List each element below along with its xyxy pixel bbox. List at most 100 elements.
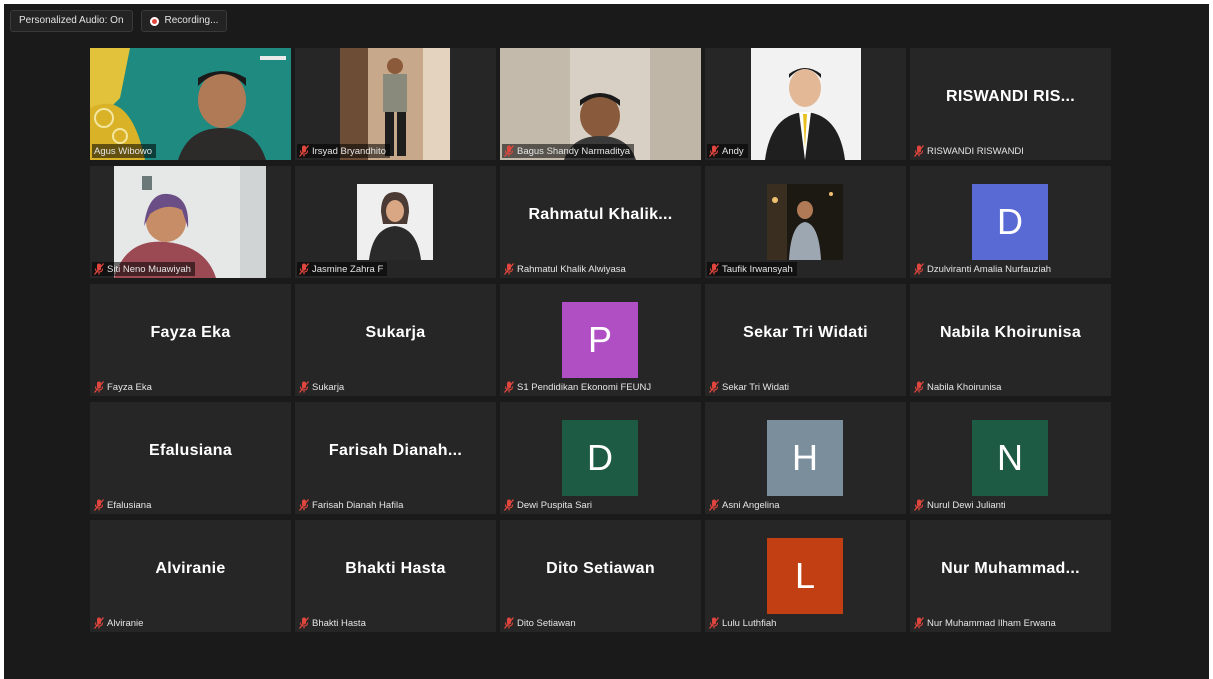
participant-nameplate: Nurul Dewi Julianti [912,498,1010,512]
participant-tile-lulu-luthfiah[interactable]: L Lulu Luthfiah [705,520,906,632]
participant-tile-agus-wibowo[interactable]: Agus Wibowo [90,48,291,160]
participant-avatar: H [767,420,843,496]
participant-tile-irsyad-bryandhito[interactable]: Irsyad Bryandhito [295,48,496,160]
muted-mic-icon [299,263,309,275]
participant-avatar: N [972,420,1048,496]
participant-nameplate: Dzulviranti Amalia Nurfauziah [912,262,1055,276]
participant-tile-s1-pendidikan-ekonomi-feunj[interactable]: P S1 Pendidikan Ekonomi FEUNJ [500,284,701,396]
participant-nameplate: Asni Angelina [707,498,784,512]
participant-display-name: Sukarja [365,324,426,341]
participant-avatar: P [562,302,638,378]
meeting-window: Personalized Audio: On Recording... Agus… [4,4,1209,679]
participant-tile-dito-setiawan[interactable]: Dito Setiawan Dito Setiawan [500,520,701,632]
participant-name-label: S1 Pendidikan Ekonomi FEUNJ [517,381,652,393]
participant-display-name: Alviranie [155,560,226,577]
participant-nameplate: Andy [707,144,748,158]
participant-gallery: Agus Wibowo Irsyad Bryandhito Bagus Shan… [90,48,1111,632]
muted-mic-icon [709,617,719,629]
recording-label: Recording... [164,15,219,26]
participant-tile-bhakti-hasta[interactable]: Bhakti Hasta Bhakti Hasta [295,520,496,632]
participant-tile-taufik-irwansyah[interactable]: Taufik Irwansyah [705,166,906,278]
participant-nameplate: Alviranie [92,616,147,630]
muted-mic-icon [299,617,309,629]
participant-name-label: Nurul Dewi Julianti [927,499,1006,511]
participant-display-name: Farisah Dianah... [328,442,463,459]
participant-nameplate: Bagus Shandy Narmaditya [502,144,635,158]
participant-nameplate: Rahmatul Khalik Alwiyasa [502,262,630,276]
participant-display-name: Fayza Eka [150,324,231,341]
participant-name-label: Andy [722,145,744,157]
participant-nameplate: Dewi Puspita Sari [502,498,596,512]
muted-mic-icon [709,145,719,157]
participant-name-label: Fayza Eka [107,381,152,393]
muted-mic-icon [914,617,924,629]
participant-tile-andy[interactable]: Andy [705,48,906,160]
muted-mic-icon [299,499,309,511]
muted-mic-icon [504,617,514,629]
participant-nameplate: Nur Muhammad Ilham Erwana [912,616,1060,630]
participant-tile-dewi-puspita-sari[interactable]: D Dewi Puspita Sari [500,402,701,514]
participant-tile-alviranie[interactable]: Alviranie Alviranie [90,520,291,632]
participant-name-label: Sekar Tri Widati [722,381,790,393]
participant-tile-bagus-shandy-narmaditya[interactable]: Bagus Shandy Narmaditya [500,48,701,160]
participant-name-label: Sukarja [312,381,345,393]
participant-tile-sekar-tri-widati[interactable]: Sekar Tri Widati Sekar Tri Widati [705,284,906,396]
participant-nameplate: Agus Wibowo [92,144,157,158]
participant-name-label: Alviranie [107,617,144,629]
participant-tile-fayza-eka[interactable]: Fayza Eka Fayza Eka [90,284,291,396]
participant-name-label: Dzulviranti Amalia Nurfauziah [927,263,1052,275]
participant-nameplate: Irsyad Bryandhito [297,144,390,158]
muted-mic-icon [504,263,514,275]
participant-nameplate: Jasmine Zahra F [297,262,388,276]
muted-mic-icon [504,145,514,157]
participant-display-name: Bhakti Hasta [345,560,446,577]
participant-tile-sukarja[interactable]: Sukarja Sukarja [295,284,496,396]
participant-nameplate: Bhakti Hasta [297,616,370,630]
participant-nameplate: Sekar Tri Widati [707,380,793,394]
participant-name-label: Jasmine Zahra F [312,263,384,275]
meeting-topbar: Personalized Audio: On Recording... [10,10,228,32]
participant-avatar: L [767,538,843,614]
muted-mic-icon [94,617,104,629]
muted-mic-icon [299,381,309,393]
participant-display-name: Sekar Tri Widati [743,324,868,341]
participant-tile-siti-neno-muawiyah[interactable]: Siti Neno Muawiyah [90,166,291,278]
personalized-audio-button[interactable]: Personalized Audio: On [10,10,133,32]
muted-mic-icon [914,381,924,393]
participant-name-label: Irsyad Bryandhito [312,145,386,157]
participant-tile-nurul-dewi-julianti[interactable]: N Nurul Dewi Julianti [910,402,1111,514]
participant-display-name: Nur Muhammad... [941,560,1080,577]
participant-name-label: Bagus Shandy Narmaditya [517,145,631,157]
participant-nameplate: Lulu Luthfiah [707,616,780,630]
participant-name-label: Dito Setiawan [517,617,576,629]
muted-mic-icon [94,263,104,275]
participant-nameplate: Farisah Dianah Hafila [297,498,407,512]
participant-display-name: Dito Setiawan [546,560,655,577]
participant-tile-nabila-khoirunisa[interactable]: Nabila Khoirunisa Nabila Khoirunisa [910,284,1111,396]
participant-nameplate: Siti Neno Muawiyah [92,262,195,276]
participant-tile-jasmine-zahra-f[interactable]: Jasmine Zahra F [295,166,496,278]
muted-mic-icon [914,263,924,275]
participant-tile-farisah-dianah-hafila[interactable]: Farisah Dianah... Farisah Dianah Hafila [295,402,496,514]
participant-name-label: Dewi Puspita Sari [517,499,592,511]
participant-tile-nur-muhammad-ilham-erwana[interactable]: Nur Muhammad... Nur Muhammad Ilham Erwana [910,520,1111,632]
participant-tile-efalusiana[interactable]: Efalusiana Efalusiana [90,402,291,514]
participant-nameplate: Dito Setiawan [502,616,580,630]
participant-nameplate: S1 Pendidikan Ekonomi FEUNJ [502,380,655,394]
participant-name-label: Bhakti Hasta [312,617,366,629]
participant-tile-asni-angelina[interactable]: H Asni Angelina [705,402,906,514]
record-icon [149,16,159,26]
participant-tile-riswandi-riswandi[interactable]: RISWANDI RIS... RISWANDI RISWANDI [910,48,1111,160]
participant-name-label: Rahmatul Khalik Alwiyasa [517,263,626,275]
participant-tile-rahmatul-khalik-alwiyasa[interactable]: Rahmatul Khalik... Rahmatul Khalik Alwiya… [500,166,701,278]
recording-indicator[interactable]: Recording... [140,10,228,32]
participant-name-label: Siti Neno Muawiyah [107,263,191,275]
muted-mic-icon [709,499,719,511]
participant-name-label: Agus Wibowo [94,145,153,157]
participant-name-label: Nur Muhammad Ilham Erwana [927,617,1056,629]
participant-tile-dzulviranti-amalia-nurfauziah[interactable]: D Dzulviranti Amalia Nurfauziah [910,166,1111,278]
participant-display-name: Efalusiana [148,442,233,459]
participant-display-name: Nabila Khoirunisa [939,324,1082,341]
muted-mic-icon [299,145,309,157]
muted-mic-icon [504,381,514,393]
